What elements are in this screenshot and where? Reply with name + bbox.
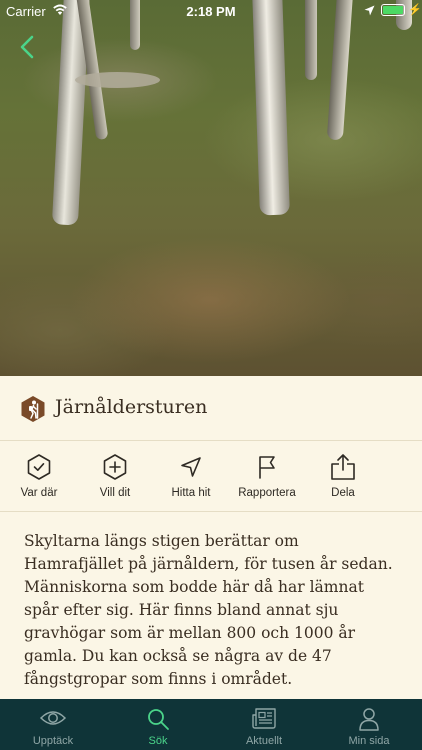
poi-description: Skyltarna längs stigen berättar om Hamra… xyxy=(24,532,393,688)
visited-label: Var där xyxy=(20,487,58,499)
poi-header: Järnåldersturen xyxy=(0,376,422,441)
find-here-button[interactable]: Hitta hit xyxy=(151,441,231,512)
person-icon xyxy=(316,707,422,731)
hiker-hexagon-icon xyxy=(20,395,46,423)
share-button[interactable]: Dela xyxy=(303,441,383,512)
tab-bar: Upptäck Sök Aktuellt Min sida xyxy=(0,699,422,750)
tree-trunk xyxy=(252,0,290,216)
hero-photo xyxy=(0,0,422,376)
poi-title: Järnåldersturen xyxy=(55,396,208,418)
visited-button[interactable]: Var där xyxy=(0,441,79,512)
want-to-go-button[interactable]: Vill dit xyxy=(75,441,155,512)
charging-bolt-icon: ⚡ xyxy=(408,4,422,16)
tab-discover-label: Upptäck xyxy=(32,735,74,747)
share-icon xyxy=(303,453,383,481)
tab-news-label: Aktuellt xyxy=(245,735,283,747)
battery-icon xyxy=(381,4,405,16)
back-button[interactable] xyxy=(16,34,40,60)
tab-profile[interactable]: Min sida xyxy=(316,699,422,750)
rock xyxy=(75,72,160,88)
tab-search[interactable]: Sök xyxy=(105,699,211,750)
report-button[interactable]: Rapportera xyxy=(227,441,307,512)
newspaper-icon xyxy=(211,707,317,731)
tab-search-label: Sök xyxy=(148,735,168,747)
plus-hexagon-icon xyxy=(75,453,155,481)
tab-profile-label: Min sida xyxy=(348,735,390,747)
eye-icon xyxy=(0,707,106,731)
tab-news[interactable]: Aktuellt xyxy=(211,699,317,750)
location-arrow-icon xyxy=(364,4,375,19)
tab-discover[interactable]: Upptäck xyxy=(0,699,106,750)
report-label: Rapportera xyxy=(238,487,296,499)
check-hexagon-icon xyxy=(0,453,79,481)
search-icon xyxy=(105,707,211,731)
status-bar: Carrier 2:18 PM ⚡ xyxy=(0,0,422,22)
status-time: 2:18 PM xyxy=(186,4,236,19)
chevron-left-icon xyxy=(20,35,34,59)
want-to-go-label: Vill dit xyxy=(99,487,131,499)
navigation-arrow-icon xyxy=(151,453,231,481)
flag-icon xyxy=(227,453,307,481)
share-label: Dela xyxy=(331,487,355,499)
action-bar: Var där Vill dit Hitta hit Rapportera De… xyxy=(0,441,422,512)
find-here-label: Hitta hit xyxy=(171,487,211,499)
